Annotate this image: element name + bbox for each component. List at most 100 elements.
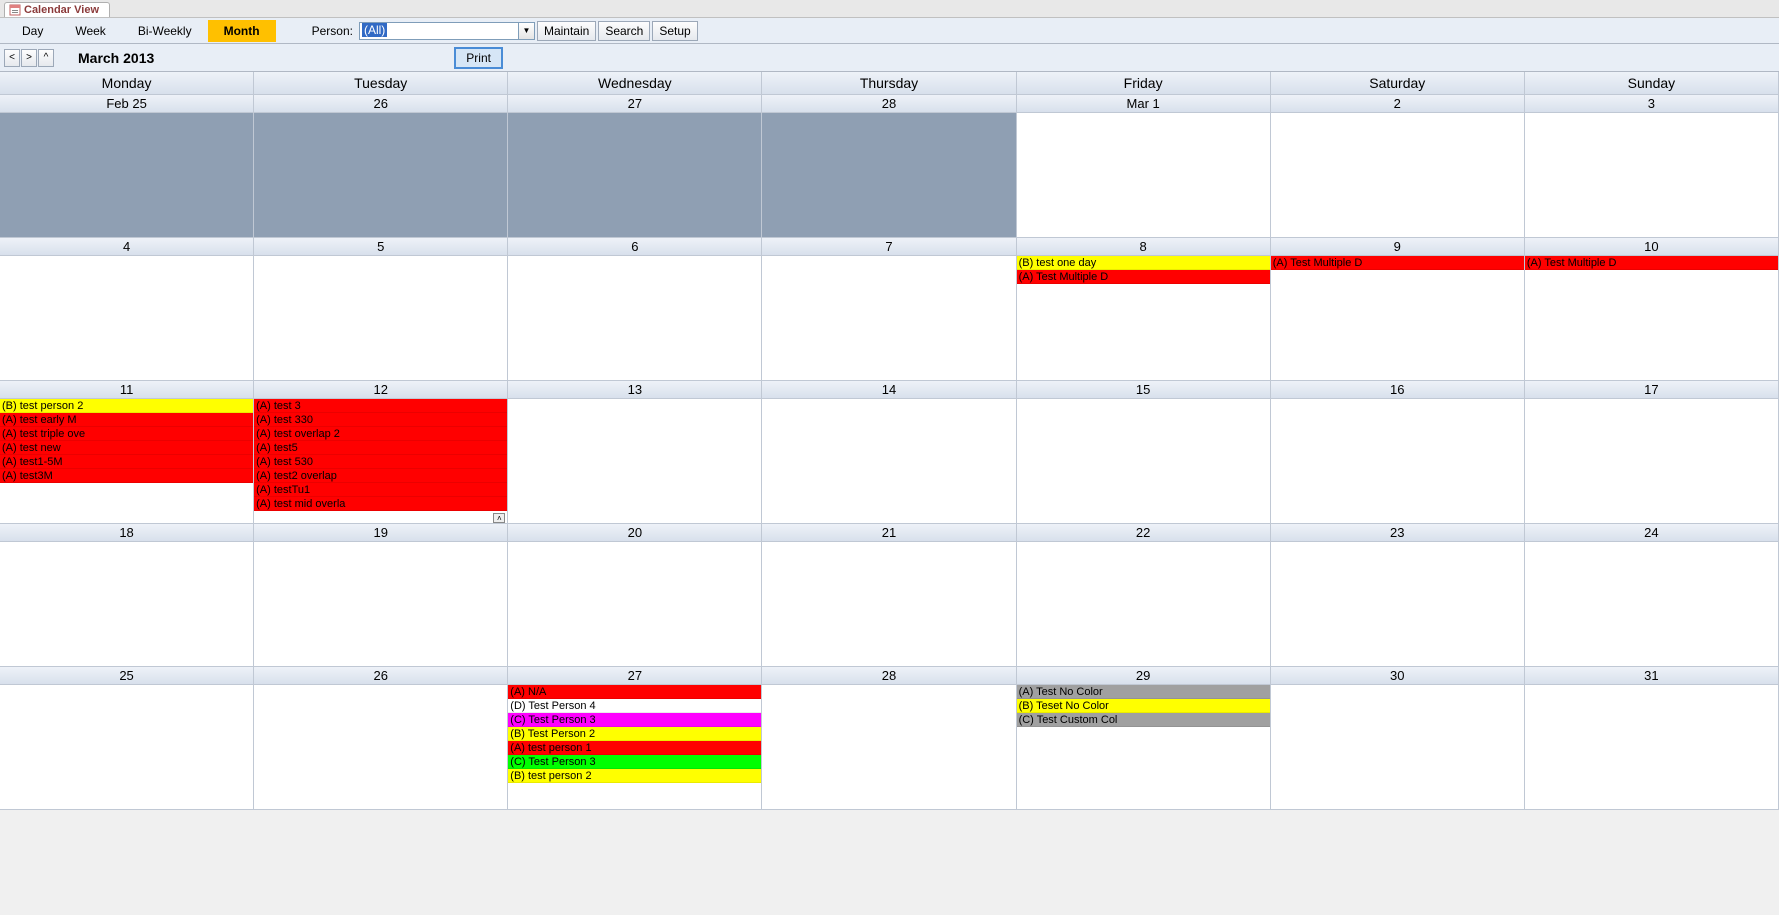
calendar-event[interactable]: (A) test triple ove [0, 427, 253, 441]
date-header[interactable]: 15 [1017, 381, 1271, 399]
calendar-event[interactable]: (C) Test Person 3 [508, 755, 761, 769]
calendar-event[interactable]: (B) test person 2 [508, 769, 761, 783]
date-header[interactable]: 5 [254, 238, 508, 256]
day-cell[interactable] [0, 685, 254, 809]
day-cell[interactable] [0, 113, 254, 237]
nav-prev-button[interactable]: < [4, 49, 20, 67]
calendar-event[interactable]: (A) test new [0, 441, 253, 455]
day-cell[interactable] [0, 542, 254, 666]
date-header[interactable]: 7 [762, 238, 1016, 256]
calendar-event[interactable]: (A) test3M [0, 469, 253, 483]
date-header[interactable]: 16 [1271, 381, 1525, 399]
day-cell[interactable] [508, 399, 762, 523]
date-header[interactable]: 21 [762, 524, 1016, 542]
day-cell[interactable] [254, 256, 508, 380]
day-cell[interactable] [762, 399, 1016, 523]
date-header[interactable]: 26 [254, 95, 508, 113]
day-cell[interactable] [0, 256, 254, 380]
day-cell[interactable] [1017, 113, 1271, 237]
date-header[interactable]: 11 [0, 381, 254, 399]
search-button[interactable]: Search [598, 21, 650, 41]
day-cell[interactable] [762, 113, 1016, 237]
date-header[interactable]: 31 [1525, 667, 1779, 685]
calendar-event[interactable]: (B) Test Person 2 [508, 727, 761, 741]
day-cell[interactable]: (A) N/A(D) Test Person 4(C) Test Person … [508, 685, 762, 809]
calendar-event[interactable]: (A) test1-5M [0, 455, 253, 469]
date-header[interactable]: Feb 25 [0, 95, 254, 113]
more-events-handle[interactable]: ˄ [493, 513, 505, 523]
day-cell[interactable] [508, 256, 762, 380]
date-header[interactable]: 19 [254, 524, 508, 542]
day-cell[interactable] [254, 685, 508, 809]
person-dropdown-button[interactable]: ▼ [519, 22, 535, 40]
date-header[interactable]: 3 [1525, 95, 1779, 113]
date-header[interactable]: 30 [1271, 667, 1525, 685]
day-cell[interactable]: (B) test one day(A) Test Multiple D [1017, 256, 1271, 380]
date-header[interactable]: 10 [1525, 238, 1779, 256]
calendar-event[interactable]: (A) Test Multiple D [1017, 270, 1270, 284]
date-header[interactable]: 25 [0, 667, 254, 685]
date-header[interactable]: 13 [508, 381, 762, 399]
calendar-event[interactable]: (A) test 3 [254, 399, 507, 413]
tab-calendar-view[interactable]: Calendar View [4, 2, 110, 17]
date-header[interactable]: Mar 1 [1017, 95, 1271, 113]
date-header[interactable]: 18 [0, 524, 254, 542]
day-cell[interactable] [508, 113, 762, 237]
date-header[interactable]: 4 [0, 238, 254, 256]
day-cell[interactable] [1271, 542, 1525, 666]
day-cell[interactable] [508, 542, 762, 666]
day-cell[interactable]: (A) Test No Color(B) Teset No Color(C) T… [1017, 685, 1271, 809]
calendar-event[interactable]: (A) test person 1 [508, 741, 761, 755]
day-cell[interactable] [254, 542, 508, 666]
date-header[interactable]: 22 [1017, 524, 1271, 542]
calendar-event[interactable]: (C) Test Person 3 [508, 713, 761, 727]
date-header[interactable]: 2 [1271, 95, 1525, 113]
day-cell[interactable] [1525, 399, 1779, 523]
calendar-event[interactable]: (A) Test Multiple D [1271, 256, 1524, 270]
person-input[interactable]: (All) [359, 22, 519, 40]
calendar-event[interactable]: (C) Test Custom Col [1017, 713, 1270, 727]
day-cell[interactable]: (B) test person 2(A) test early M(A) tes… [0, 399, 254, 523]
calendar-event[interactable]: (D) Test Person 4 [508, 699, 761, 713]
calendar-event[interactable]: (A) test overlap 2 [254, 427, 507, 441]
print-button[interactable]: Print [454, 47, 503, 69]
day-cell[interactable] [1271, 399, 1525, 523]
day-cell[interactable] [1271, 113, 1525, 237]
calendar-event[interactable]: (A) test5 [254, 441, 507, 455]
date-header[interactable]: 12 [254, 381, 508, 399]
date-header[interactable]: 6 [508, 238, 762, 256]
date-header[interactable]: 17 [1525, 381, 1779, 399]
calendar-event[interactable]: (A) test 330 [254, 413, 507, 427]
date-header[interactable]: 26 [254, 667, 508, 685]
day-cell[interactable] [762, 542, 1016, 666]
date-header[interactable]: 28 [762, 667, 1016, 685]
maintain-button[interactable]: Maintain [537, 21, 596, 41]
day-cell[interactable]: (A) test 3(A) test 330(A) test overlap 2… [254, 399, 508, 523]
date-header[interactable]: 29 [1017, 667, 1271, 685]
day-cell[interactable] [1271, 685, 1525, 809]
day-cell[interactable] [1525, 685, 1779, 809]
calendar-event[interactable]: (B) Teset No Color [1017, 699, 1270, 713]
calendar-event[interactable]: (A) Test No Color [1017, 685, 1270, 699]
date-header[interactable]: 27 [508, 95, 762, 113]
day-cell[interactable] [1017, 399, 1271, 523]
date-header[interactable]: 8 [1017, 238, 1271, 256]
calendar-event[interactable]: (A) N/A [508, 685, 761, 699]
day-cell[interactable]: (A) Test Multiple D [1271, 256, 1525, 380]
date-header[interactable]: 14 [762, 381, 1016, 399]
calendar-event[interactable]: (A) Test Multiple D [1525, 256, 1778, 270]
date-header[interactable]: 20 [508, 524, 762, 542]
day-cell[interactable] [1525, 542, 1779, 666]
calendar-event[interactable]: (A) test2 overlap [254, 469, 507, 483]
day-cell[interactable]: (A) Test Multiple D [1525, 256, 1779, 380]
calendar-event[interactable]: (A) test mid overla [254, 497, 507, 511]
date-header[interactable]: 24 [1525, 524, 1779, 542]
day-cell[interactable] [762, 685, 1016, 809]
view-biweekly-button[interactable]: Bi-Weekly [122, 20, 208, 42]
nav-next-button[interactable]: > [21, 49, 37, 67]
calendar-event[interactable]: (A) testTu1 [254, 483, 507, 497]
calendar-event[interactable]: (A) test early M [0, 413, 253, 427]
day-cell[interactable] [762, 256, 1016, 380]
date-header[interactable]: 28 [762, 95, 1016, 113]
setup-button[interactable]: Setup [652, 21, 697, 41]
